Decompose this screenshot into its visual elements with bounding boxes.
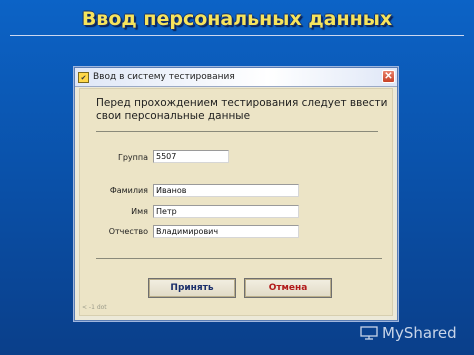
dialog-title: Ввод в систему тестирования bbox=[93, 72, 235, 82]
name-input[interactable]: Петр bbox=[153, 205, 299, 218]
buttons-divider bbox=[96, 258, 382, 259]
presentation-screen-icon bbox=[360, 326, 378, 340]
name-label: Имя bbox=[131, 207, 148, 216]
accept-button[interactable]: Принять bbox=[148, 278, 236, 298]
footer-brand: MyShared bbox=[382, 324, 457, 342]
app-icon: ✔ bbox=[78, 71, 89, 83]
slide-title: Ввод персональных данных bbox=[81, 8, 393, 30]
intro-divider bbox=[96, 131, 378, 132]
intro-line-2: свои персональные данные bbox=[96, 110, 251, 122]
group-label: Группа bbox=[117, 153, 148, 162]
patronymic-input[interactable]: Владимирович bbox=[153, 225, 299, 238]
intro-text: Перед прохождением тестирования следует … bbox=[96, 97, 388, 123]
dialog-titlebar[interactable]: ✔ Ввод в систему тестирования ✕ bbox=[75, 68, 397, 87]
surname-input[interactable]: Иванов bbox=[153, 184, 299, 197]
slide-footer: MyShared bbox=[360, 322, 470, 344]
patronymic-label: Отчество bbox=[108, 227, 148, 236]
intro-line-1: Перед прохождением тестирования следует … bbox=[96, 97, 388, 109]
group-input[interactable]: 5507 bbox=[153, 150, 229, 163]
title-divider bbox=[10, 35, 464, 36]
cancel-button[interactable]: Отмена bbox=[244, 278, 332, 298]
surname-label: Фамилия bbox=[109, 186, 148, 195]
status-text: < -1 dot bbox=[82, 304, 107, 311]
close-icon[interactable]: ✕ bbox=[382, 70, 395, 83]
